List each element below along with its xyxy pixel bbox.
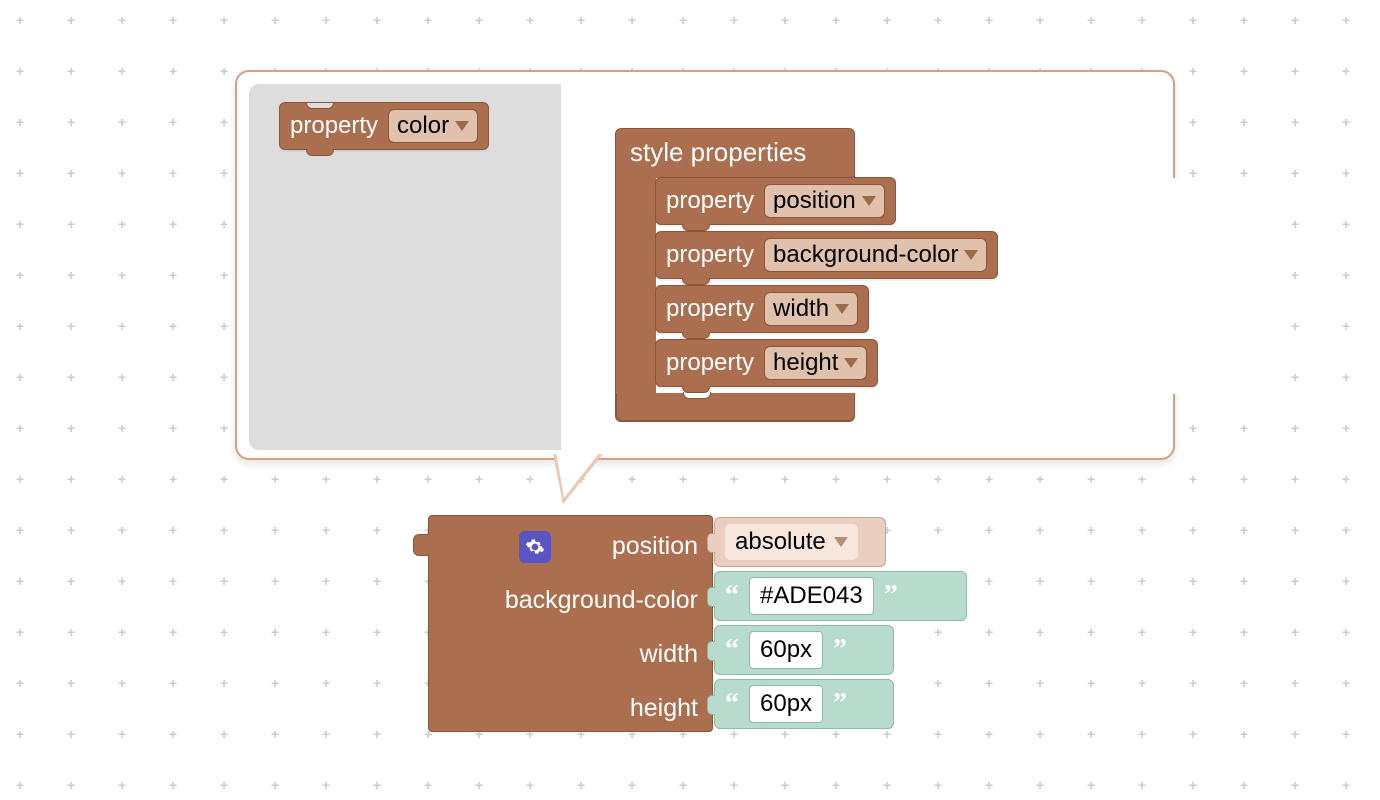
block-connector bbox=[707, 587, 715, 607]
property-block-background-color[interactable]: property background-color bbox=[655, 231, 998, 279]
property-keyword: property bbox=[666, 241, 754, 269]
value-block-position[interactable]: absolute bbox=[714, 517, 886, 567]
property-keyword: property bbox=[666, 295, 754, 323]
close-quote-icon: ” bbox=[884, 580, 898, 612]
dropdown-value: height bbox=[773, 349, 838, 377]
close-quote-icon: ” bbox=[833, 634, 847, 666]
chevron-down-icon bbox=[834, 537, 848, 547]
dropdown-value: color bbox=[397, 112, 449, 140]
chevron-down-icon bbox=[835, 304, 849, 314]
property-keyword: property bbox=[290, 112, 378, 140]
property-block-position[interactable]: property position bbox=[655, 177, 896, 225]
value-block-width[interactable]: “ 60px ” bbox=[714, 625, 894, 675]
property-block-width[interactable]: property width bbox=[655, 285, 869, 333]
property-dropdown[interactable]: width bbox=[764, 292, 858, 326]
text-value[interactable]: #ADE043 bbox=[749, 577, 874, 615]
dropdown-value: absolute bbox=[735, 528, 826, 556]
mutator-gear-button[interactable] bbox=[519, 531, 551, 563]
container-foot bbox=[616, 393, 855, 421]
block-notch bbox=[682, 332, 710, 339]
balloon-tail bbox=[553, 454, 603, 504]
container-title-text: style properties bbox=[630, 137, 806, 167]
dropdown-value: position bbox=[773, 187, 856, 215]
block-notch bbox=[682, 278, 710, 285]
value-block-height[interactable]: “ 60px ” bbox=[714, 679, 894, 729]
block-notch bbox=[682, 339, 710, 346]
container-title: style properties bbox=[616, 129, 854, 176]
palette-property-block[interactable]: property color bbox=[279, 102, 489, 150]
position-dropdown[interactable]: absolute bbox=[725, 524, 858, 560]
block-notch bbox=[682, 231, 710, 238]
block-notch bbox=[683, 392, 711, 399]
block-connector bbox=[413, 534, 429, 556]
dropdown-value: width bbox=[773, 295, 829, 323]
open-quote-icon: “ bbox=[725, 580, 739, 612]
text-value[interactable]: 60px bbox=[749, 631, 823, 669]
row-label-background-color: background-color bbox=[505, 586, 698, 615]
property-dropdown[interactable]: background-color bbox=[764, 238, 987, 272]
block-notch bbox=[682, 224, 710, 231]
dropdown-value: background-color bbox=[773, 241, 958, 269]
block-notch bbox=[682, 285, 710, 292]
property-dropdown[interactable]: height bbox=[764, 346, 867, 380]
open-quote-icon: “ bbox=[725, 634, 739, 666]
gear-icon bbox=[525, 537, 545, 557]
row-label-width: width bbox=[640, 640, 698, 669]
property-dropdown[interactable]: position bbox=[764, 184, 885, 218]
block-connector bbox=[707, 641, 715, 661]
property-keyword: property bbox=[666, 349, 754, 377]
row-label-position: position bbox=[612, 532, 698, 561]
block-notch bbox=[682, 386, 710, 393]
block-notch bbox=[306, 102, 334, 109]
property-dropdown[interactable]: color bbox=[388, 109, 478, 143]
block-connector bbox=[707, 533, 715, 553]
chevron-down-icon bbox=[862, 196, 876, 206]
style-block[interactable]: position background-color width height bbox=[428, 515, 713, 732]
block-connector bbox=[707, 695, 715, 715]
block-notch bbox=[682, 177, 710, 184]
mutator-balloon: property color style properties property… bbox=[235, 70, 1175, 460]
chevron-down-icon bbox=[455, 121, 469, 131]
chevron-down-icon bbox=[844, 358, 858, 368]
close-quote-icon: ” bbox=[833, 688, 847, 720]
property-keyword: property bbox=[666, 187, 754, 215]
value-block-background-color[interactable]: “ #ADE043 ” bbox=[714, 571, 967, 621]
row-label-height: height bbox=[630, 694, 698, 723]
chevron-down-icon bbox=[964, 250, 978, 260]
property-block-height[interactable]: property height bbox=[655, 339, 878, 387]
open-quote-icon: “ bbox=[725, 688, 739, 720]
block-notch bbox=[306, 149, 334, 156]
text-value[interactable]: 60px bbox=[749, 685, 823, 723]
